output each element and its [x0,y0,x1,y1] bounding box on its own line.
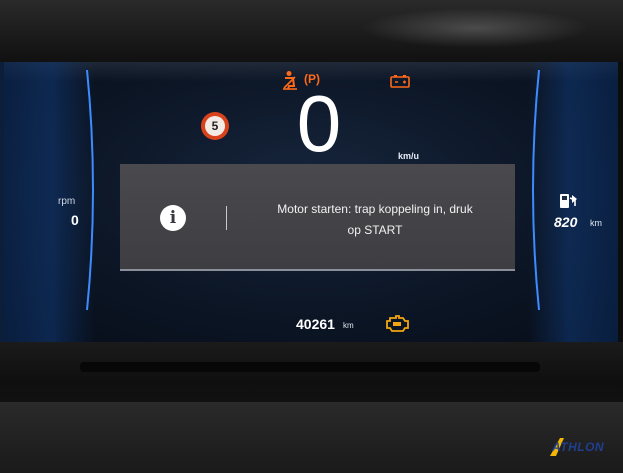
photo-frame: rpm 0 820 km (P) 5 0 km/u i Motor starte… [0,0,623,473]
rpm-arc [86,70,94,310]
speed-value: 0 [296,79,342,168]
rpm-value: 0 [71,212,79,228]
engine-check-icon [386,315,409,332]
message-divider [226,206,227,230]
rpm-label: rpm [58,196,76,207]
speed-limit-value: 5 [205,116,225,136]
odometer-unit: km [343,321,354,330]
range-value: 820 [554,214,578,230]
speed-limit-sign: 5 [201,112,229,140]
speed-unit: km/u [398,151,420,161]
dashboard-top [0,0,623,62]
range-unit: km [590,218,602,228]
fuel-pump-icon [560,194,577,208]
left-gauge-panel [0,62,95,342]
fuel-arc [532,70,540,310]
message-line-1: Motor starten: trap koppeling in, druk [277,202,473,216]
info-icon: i [160,205,186,231]
message-line-2: op START [347,223,403,237]
battery-warning-icon [390,75,410,88]
watermark-text: ATHLON [552,440,605,454]
message-text: Motor starten: trap koppeling in, druk o… [250,199,500,241]
dashboard-bezel-bottom [0,342,623,473]
odometer-value: 40261 [296,316,335,332]
